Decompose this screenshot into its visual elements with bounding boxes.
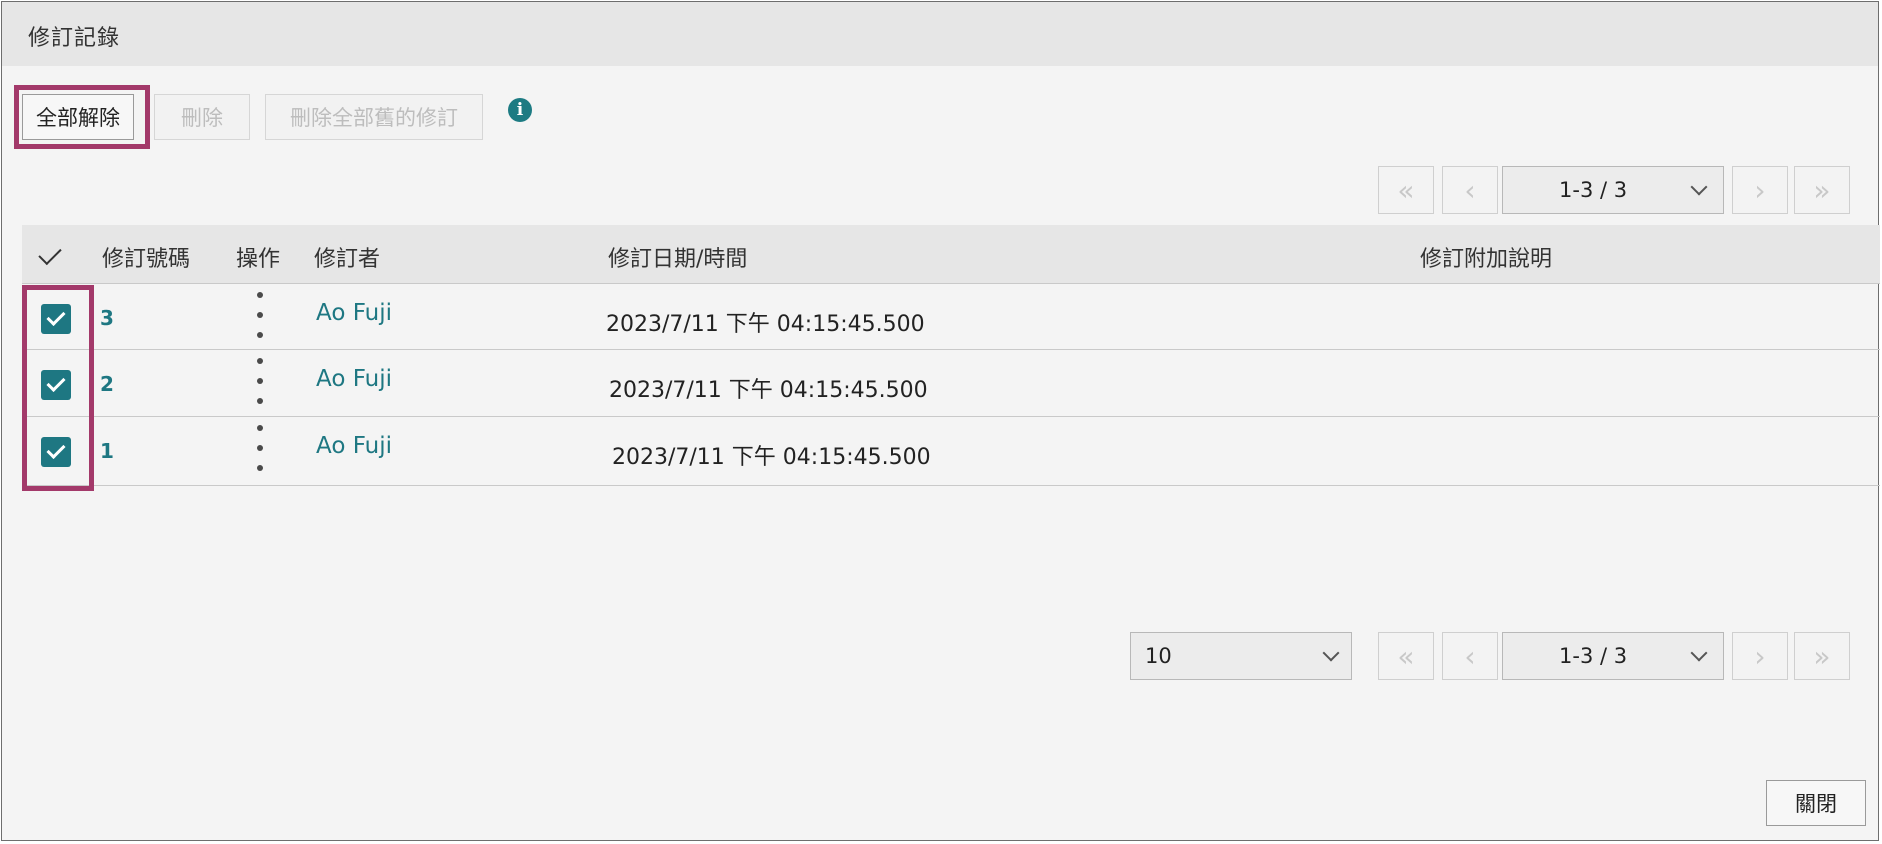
page-range-value: 1-3 / 3 [1559, 644, 1628, 668]
table-header: 修訂號碼 操作 修訂者 修訂日期/時間 修訂附加說明 [22, 225, 1880, 283]
revision-number-link[interactable]: 1 [100, 439, 114, 463]
dialog-titlebar: 修訂記錄 [2, 2, 1878, 66]
delete-button[interactable]: 刪除 [154, 94, 250, 140]
revision-history-dialog: 修訂記錄 全部解除 刪除 刪除全部舊的修訂 i « ‹ 1-3 / 3 › » … [1, 1, 1880, 841]
author-link[interactable]: Ao Fuji [316, 300, 392, 326]
table-row: 1 Ao Fuji 2023/7/11 下午 04:15:45.500 [22, 416, 1880, 486]
header-action: 操作 [236, 247, 281, 272]
page-size-select[interactable]: 10 [1130, 632, 1352, 680]
prev-page-button[interactable]: ‹ [1442, 166, 1498, 214]
chevron-down-icon [1690, 644, 1708, 662]
dialog-title: 修訂記錄 [28, 26, 121, 51]
revision-datetime: 2023/7/11 下午 04:15:45.500 [612, 445, 931, 470]
page-select-top[interactable]: 1-3 / 3 [1502, 166, 1724, 214]
close-button[interactable]: 關閉 [1766, 780, 1866, 826]
author-link[interactable]: Ao Fuji [316, 433, 392, 459]
page-select-bottom[interactable]: 1-3 / 3 [1502, 632, 1724, 680]
delete-all-old-revisions-button[interactable]: 刪除全部舊的修訂 [265, 94, 483, 140]
more-actions-icon[interactable] [256, 358, 264, 404]
chevron-down-icon [1322, 644, 1340, 662]
more-actions-icon[interactable] [256, 292, 264, 338]
next-page-button[interactable]: › [1732, 166, 1788, 214]
revision-datetime: 2023/7/11 下午 04:15:45.500 [609, 378, 928, 403]
chevron-left-icon: ‹ [1464, 173, 1476, 207]
chevron-right-icon: › [1754, 639, 1766, 673]
header-datetime: 修訂日期/時間 [608, 247, 748, 272]
first-page-button[interactable]: « [1378, 166, 1434, 214]
header-author: 修訂者 [314, 247, 381, 272]
last-page-button[interactable]: » [1794, 166, 1850, 214]
next-page-button[interactable]: › [1732, 632, 1788, 680]
author-link[interactable]: Ao Fuji [316, 366, 392, 392]
double-chevron-right-icon: » [1813, 639, 1831, 673]
checkbox-column-highlight [22, 285, 94, 491]
more-actions-icon[interactable] [256, 425, 264, 471]
page-size-value: 10 [1145, 644, 1172, 668]
table-row: 3 Ao Fuji 2023/7/11 下午 04:15:45.500 [22, 283, 1880, 352]
revision-number-link[interactable]: 3 [100, 306, 114, 330]
table-row: 2 Ao Fuji 2023/7/11 下午 04:15:45.500 [22, 349, 1880, 418]
double-chevron-left-icon: « [1397, 639, 1415, 673]
prev-page-button[interactable]: ‹ [1442, 632, 1498, 680]
page-range-value: 1-3 / 3 [1559, 178, 1628, 202]
chevron-left-icon: ‹ [1464, 639, 1476, 673]
last-page-button[interactable]: » [1794, 632, 1850, 680]
chevron-down-icon [1690, 178, 1708, 196]
chevron-right-icon: › [1754, 173, 1766, 207]
double-chevron-right-icon: » [1813, 173, 1831, 207]
info-icon[interactable]: i [508, 98, 532, 122]
revision-datetime: 2023/7/11 下午 04:15:45.500 [606, 312, 925, 337]
revision-number-link[interactable]: 2 [100, 372, 114, 396]
first-page-button[interactable]: « [1378, 632, 1434, 680]
header-note: 修訂附加說明 [1420, 247, 1553, 272]
double-chevron-left-icon: « [1397, 173, 1415, 207]
select-all-check-icon[interactable] [38, 241, 62, 266]
release-all-highlight [14, 85, 150, 149]
header-revision-number: 修訂號碼 [102, 247, 191, 272]
